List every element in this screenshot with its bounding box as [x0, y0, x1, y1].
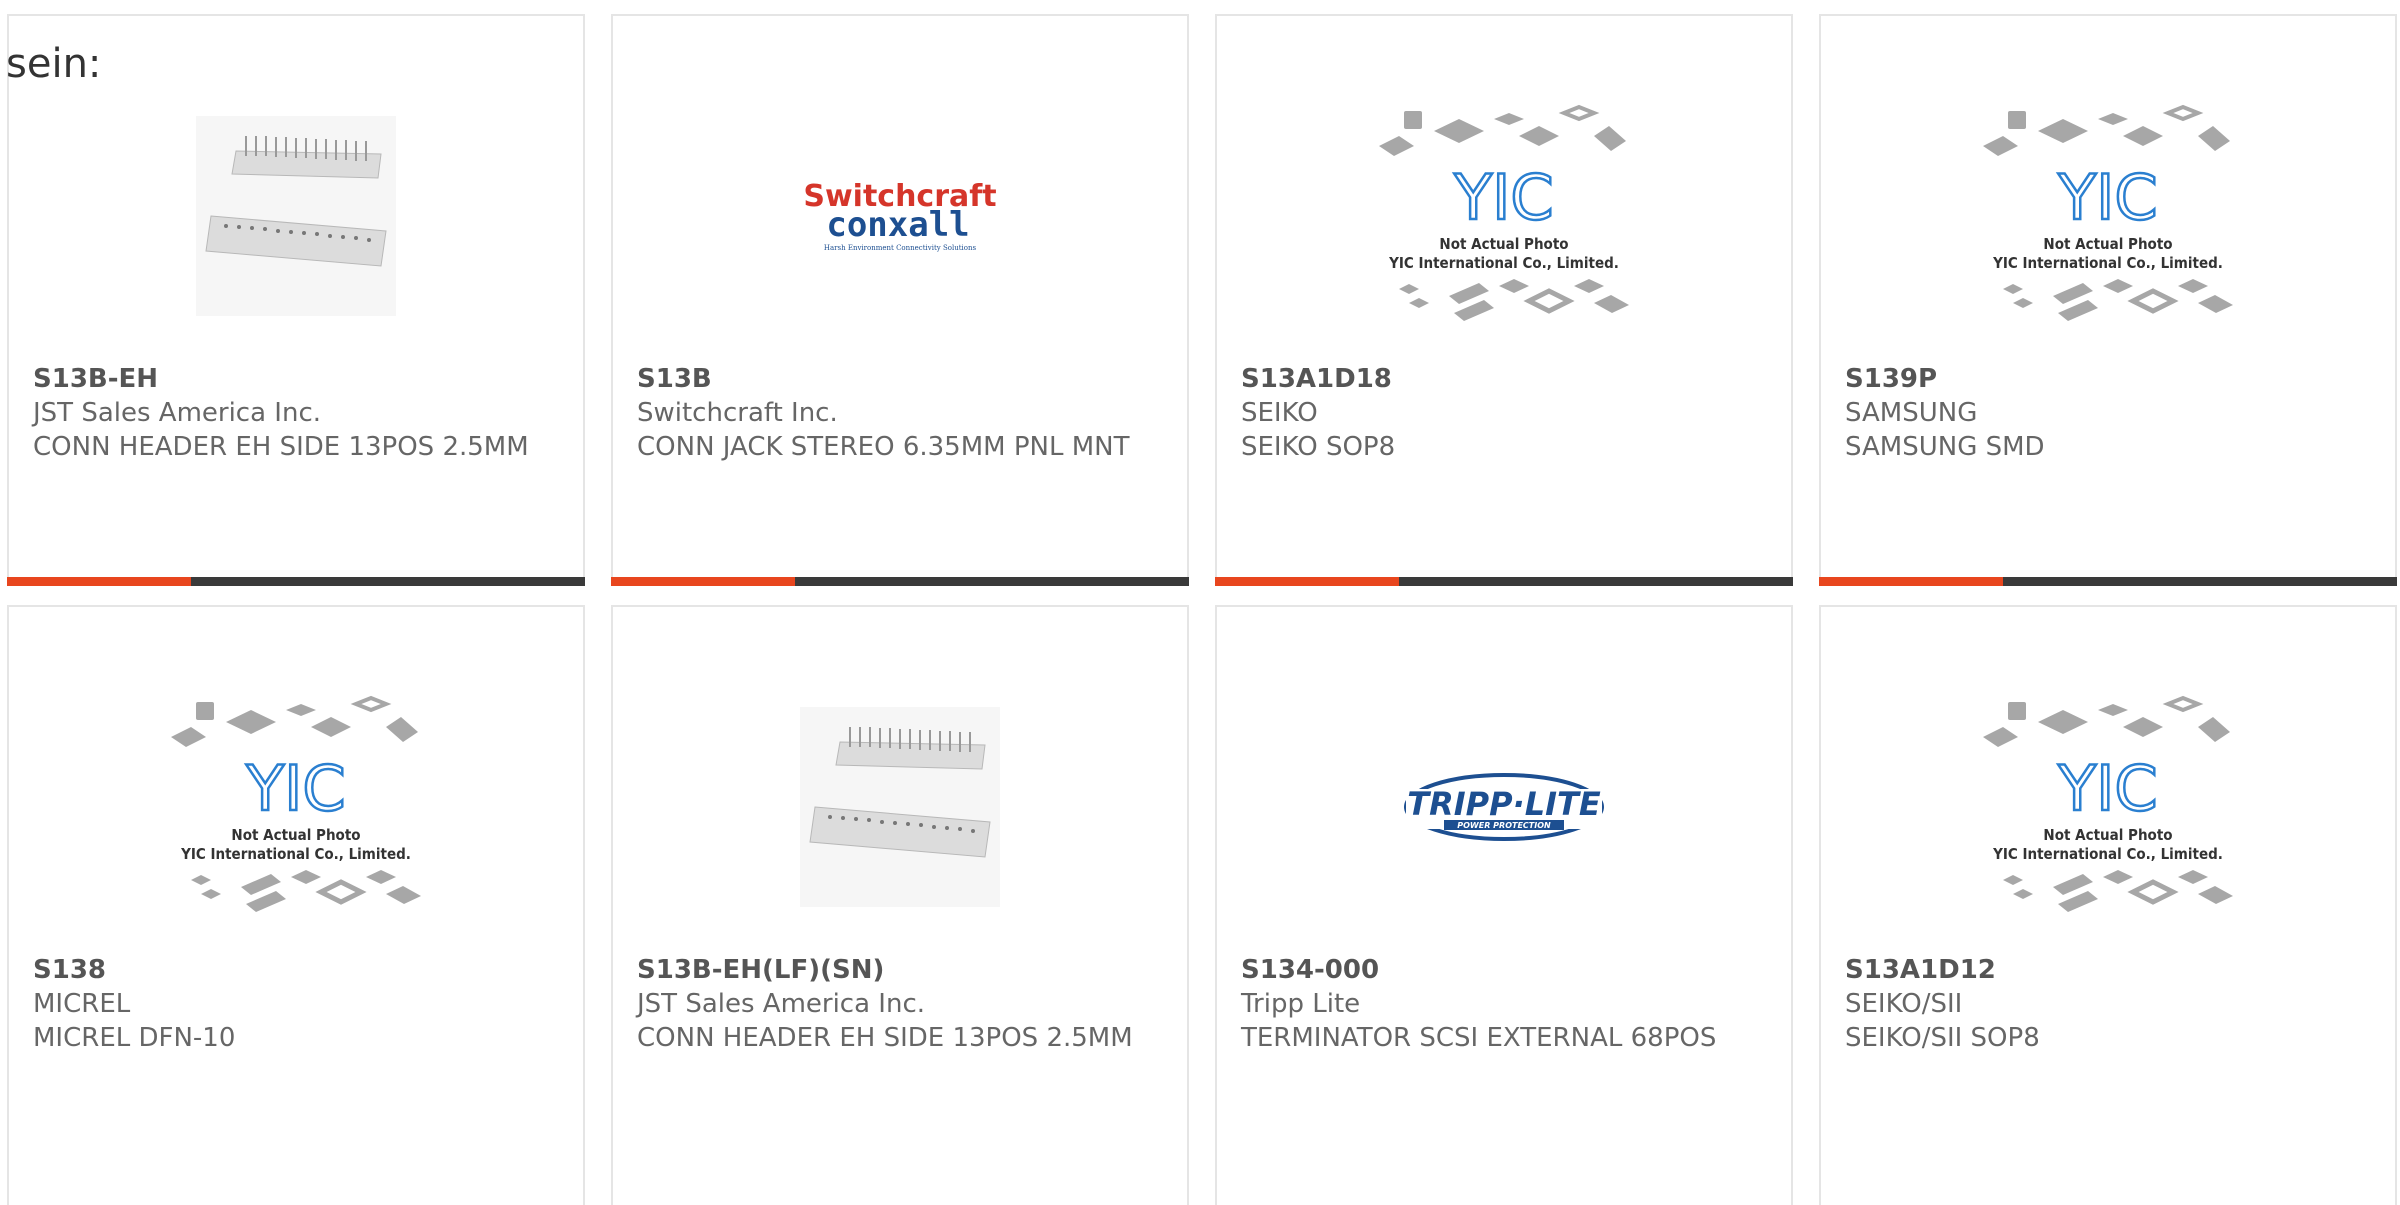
- product-card[interactable]: S13B-EH(LF)(SN) JST Sales America Inc. C…: [611, 605, 1189, 1205]
- card-bottom-bar: [1215, 577, 1793, 586]
- yic-placeholder-icon: YIC Not Actual Photo YIC International C…: [171, 695, 421, 912]
- product-info: S13B-EH(LF)(SN) JST Sales America Inc. C…: [637, 953, 1163, 1055]
- product-image: TRIPP·LITE POWER PROTECTION: [1217, 657, 1791, 957]
- product-image: [613, 657, 1187, 957]
- yic-logo-text: YIC: [245, 752, 345, 825]
- product-info: S13B Switchcraft Inc. CONN JACK STEREO 6…: [637, 362, 1163, 464]
- product-card[interactable]: YIC Not Actual Photo YIC International C…: [1819, 14, 2397, 586]
- placeholder-line1: Not Actual Photo: [1439, 235, 1568, 253]
- manufacturer: Switchcraft Inc.: [637, 398, 838, 428]
- manufacturer: SAMSUNG: [1845, 398, 1978, 428]
- description: CONN JACK STEREO 6.35MM PNL MNT: [637, 432, 1130, 462]
- placeholder-line2: YIC International Co., Limited.: [180, 845, 411, 863]
- manufacturer: JST Sales America Inc.: [33, 398, 322, 428]
- card-bottom-bar: [611, 577, 1189, 586]
- card-bottom-bar: [7, 577, 585, 586]
- lead-text: sein:: [6, 41, 102, 87]
- product-card[interactable]: YIC Not Actual Photo YIC International C…: [1819, 605, 2397, 1205]
- product-image: [9, 66, 583, 366]
- card-accent-bar: [7, 577, 191, 586]
- manufacturer: SEIKO: [1241, 398, 1318, 428]
- product-info: S138 MICREL MICREL DFN-10: [33, 953, 559, 1055]
- product-image: Switchcraft conxall Harsh Environment Co…: [613, 66, 1187, 366]
- card-bottom-bar: [1819, 577, 2397, 586]
- card-accent-bar: [611, 577, 795, 586]
- product-grid: S13B-EH JST Sales America Inc. CONN HEAD…: [0, 0, 2400, 1205]
- manufacturer: SEIKO/SII: [1845, 989, 1963, 1019]
- product-info: S13A1D18 SEIKO SEIKO SOP8: [1241, 362, 1767, 464]
- product-info: S13B-EH JST Sales America Inc. CONN HEAD…: [33, 362, 559, 464]
- placeholder-line1: Not Actual Photo: [2043, 826, 2172, 844]
- card-accent-bar: [1819, 577, 2003, 586]
- description: SAMSUNG SMD: [1845, 432, 2045, 462]
- product-info: S139P SAMSUNG SAMSUNG SMD: [1845, 362, 2371, 464]
- placeholder-line2: YIC International Co., Limited.: [1992, 254, 2223, 272]
- product-card[interactable]: Switchcraft conxall Harsh Environment Co…: [611, 14, 1189, 586]
- product-info: S134-000 Tripp Lite TERMINATOR SCSI EXTE…: [1241, 953, 1767, 1055]
- product-info: S13A1D12 SEIKO/SII SEIKO/SII SOP8: [1845, 953, 2371, 1055]
- yic-placeholder-icon: YIC Not Actual Photo YIC International C…: [1983, 104, 2233, 321]
- logo-tagline: Harsh Environment Connectivity Solutions: [824, 244, 977, 252]
- product-card[interactable]: YIC Not Actual Photo YIC International C…: [7, 605, 585, 1205]
- product-card[interactable]: TRIPP·LITE POWER PROTECTION S134-000 Tri…: [1215, 605, 1793, 1205]
- tripp-lite-logo-text: TRIPP·LITE: [1407, 785, 1601, 823]
- yic-logo-text: YIC: [2057, 161, 2157, 234]
- placeholder-line1: Not Actual Photo: [231, 826, 360, 844]
- description: MICREL DFN-10: [33, 1023, 236, 1053]
- part-number[interactable]: S134-000: [1241, 953, 1767, 987]
- part-number[interactable]: S13A1D18: [1241, 362, 1767, 396]
- part-number[interactable]: S138: [33, 953, 559, 987]
- description: CONN HEADER EH SIDE 13POS 2.5MM: [637, 1023, 1133, 1053]
- manufacturer: JST Sales America Inc.: [637, 989, 926, 1019]
- yic-placeholder-icon: YIC Not Actual Photo YIC International C…: [1983, 695, 2233, 912]
- yic-logo-text: YIC: [1453, 161, 1553, 234]
- card-accent-bar: [1215, 577, 1399, 586]
- description: TERMINATOR SCSI EXTERNAL 68POS: [1241, 1023, 1717, 1053]
- part-number[interactable]: S13B: [637, 362, 1163, 396]
- logo-tagline: POWER PROTECTION: [1457, 821, 1551, 830]
- switchcraft-logo-icon: Switchcraft conxall Harsh Environment Co…: [803, 179, 996, 252]
- part-number[interactable]: S13B-EH(LF)(SN): [637, 953, 1163, 987]
- yic-placeholder-icon: YIC Not Actual Photo YIC International C…: [1379, 104, 1629, 321]
- tripp-lite-logo-icon: TRIPP·LITE POWER PROTECTION: [1404, 773, 1604, 841]
- connector-header-photo-icon: [800, 707, 1000, 907]
- product-image: YIC Not Actual Photo YIC International C…: [1217, 66, 1791, 366]
- connector-header-photo-icon: [196, 116, 396, 316]
- yic-logo-text: YIC: [2057, 752, 2157, 825]
- conxall-logo-text: conxall: [826, 205, 969, 245]
- placeholder-line2: YIC International Co., Limited.: [1992, 845, 2223, 863]
- product-card[interactable]: YIC Not Actual Photo YIC International C…: [1215, 14, 1793, 586]
- placeholder-line1: Not Actual Photo: [2043, 235, 2172, 253]
- part-number[interactable]: S139P: [1845, 362, 2371, 396]
- part-number[interactable]: S13B-EH: [33, 362, 559, 396]
- manufacturer: Tripp Lite: [1241, 989, 1361, 1019]
- product-image: YIC Not Actual Photo YIC International C…: [1821, 657, 2395, 957]
- description: SEIKO/SII SOP8: [1845, 1023, 2040, 1053]
- manufacturer: MICREL: [33, 989, 131, 1019]
- product-image: YIC Not Actual Photo YIC International C…: [9, 657, 583, 957]
- product-card[interactable]: S13B-EH JST Sales America Inc. CONN HEAD…: [7, 14, 585, 586]
- description: CONN HEADER EH SIDE 13POS 2.5MM: [33, 432, 529, 462]
- description: SEIKO SOP8: [1241, 432, 1396, 462]
- placeholder-line2: YIC International Co., Limited.: [1388, 254, 1619, 272]
- part-number[interactable]: S13A1D12: [1845, 953, 2371, 987]
- product-image: YIC Not Actual Photo YIC International C…: [1821, 66, 2395, 366]
